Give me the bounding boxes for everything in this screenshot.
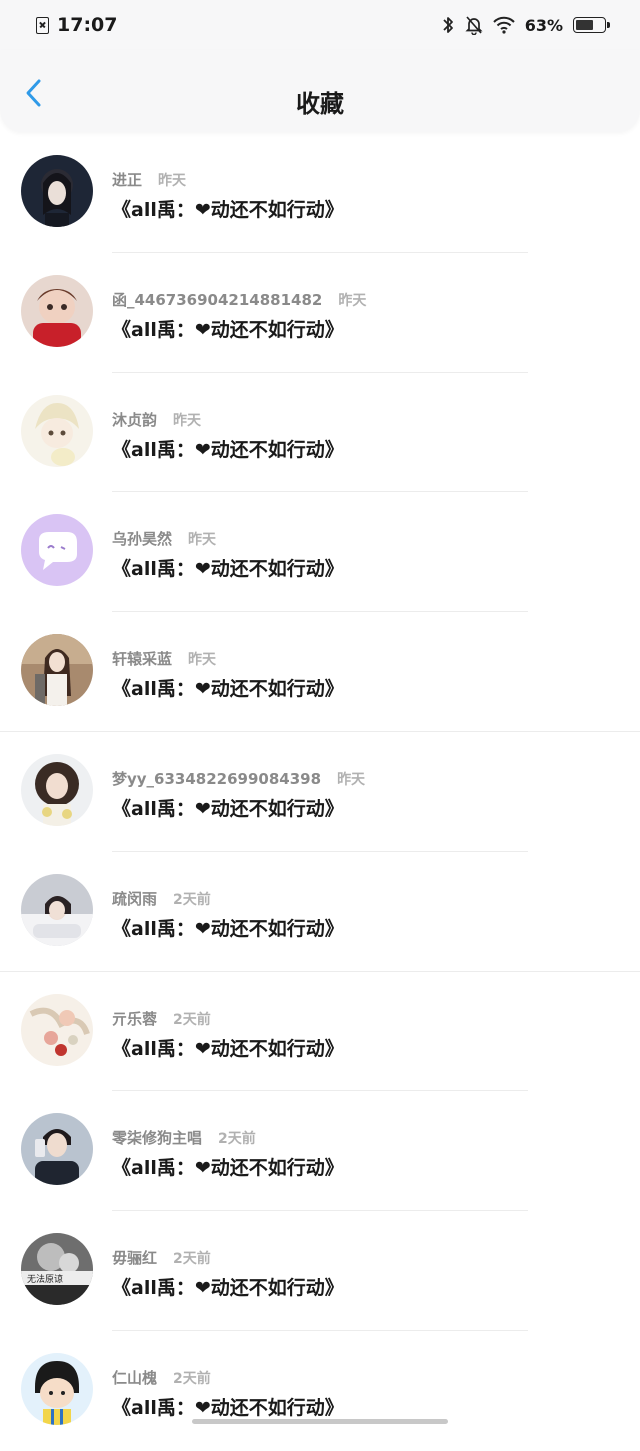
avatar-anime-cat[interactable] bbox=[21, 394, 93, 467]
avatar-flowers[interactable] bbox=[21, 993, 93, 1066]
avatar-girl-curly[interactable] bbox=[21, 753, 93, 826]
message-text[interactable]: 《all禹：❤动还不如行动》 bbox=[112, 435, 344, 462]
name-row: 亓乐蓉 2天前 bbox=[112, 1008, 211, 1029]
user-name[interactable]: 轩辕采蓝 bbox=[112, 648, 172, 669]
battery-fill bbox=[576, 20, 593, 30]
message-text[interactable]: 《all禹：❤动还不如行动》 bbox=[112, 195, 344, 222]
message-text[interactable]: 《all禹：❤动还不如行动》 bbox=[112, 914, 344, 941]
user-name[interactable]: 函_446736904214881482 bbox=[112, 289, 322, 310]
message-text[interactable]: 《all禹：❤动还不如行动》 bbox=[112, 1153, 344, 1180]
favorites-list: 进正 昨天 《all禹：❤动还不如行动》 函_44673690421488148… bbox=[0, 133, 640, 1451]
list-item[interactable]: 亓乐蓉 2天前 《all禹：❤动还不如行动》 bbox=[0, 972, 640, 1092]
mute-icon bbox=[465, 16, 483, 35]
message-text[interactable]: 《all禹：❤动还不如行动》 bbox=[112, 1034, 344, 1061]
status-left: 17:07 bbox=[36, 14, 117, 36]
name-row: 毋骊红 2天前 bbox=[112, 1247, 211, 1268]
bluetooth-icon bbox=[443, 17, 453, 33]
list-item[interactable]: 梦yy_6334822699084398 昨天 《all禹：❤动还不如行动》 bbox=[0, 732, 640, 852]
timestamp: 昨天 bbox=[337, 771, 366, 788]
message-text[interactable]: 《all禹：❤动还不如行动》 bbox=[112, 315, 344, 342]
list-item[interactable]: 零柒修狗主唱 2天前 《all禹：❤动还不如行动》 bbox=[0, 1091, 640, 1212]
header-bar: 收藏 bbox=[0, 50, 640, 132]
name-row: 进正 昨天 bbox=[112, 169, 186, 190]
avatar-caption: 无法原谅 bbox=[27, 1273, 63, 1285]
timestamp: 昨天 bbox=[173, 412, 202, 429]
user-name[interactable]: 仁山槐 bbox=[112, 1367, 157, 1388]
list-item[interactable]: 无法原谅 毋骊红 2天前 《all禹：❤动还不如行动》 bbox=[0, 1211, 640, 1331]
timestamp: 2天前 bbox=[173, 1370, 211, 1387]
name-row: 梦yy_6334822699084398 昨天 bbox=[112, 768, 365, 789]
name-row: 乌孙昊然 昨天 bbox=[112, 528, 216, 549]
avatar-default-purple[interactable] bbox=[21, 514, 93, 587]
status-bar: 17:07 63% bbox=[0, 0, 640, 50]
timestamp: 昨天 bbox=[188, 532, 217, 549]
user-name[interactable]: 梦yy_6334822699084398 bbox=[112, 768, 321, 789]
battery-percent: 63% bbox=[524, 15, 563, 35]
wifi-icon bbox=[492, 16, 515, 34]
name-row: 零柒修狗主唱 2天前 bbox=[112, 1127, 256, 1148]
list-item[interactable]: 疏闵雨 2天前 《all禹：❤动还不如行动》 bbox=[0, 852, 640, 972]
home-indicator[interactable] bbox=[192, 1419, 448, 1424]
avatar-girl-dark[interactable] bbox=[21, 155, 93, 227]
avatar-boy-phone[interactable] bbox=[21, 1113, 93, 1186]
sim-icon bbox=[36, 16, 49, 34]
timestamp: 昨天 bbox=[158, 173, 187, 189]
timestamp: 昨天 bbox=[338, 292, 367, 309]
list-item[interactable]: 轩辕采蓝 昨天 《all禹：❤动还不如行动》 bbox=[0, 612, 640, 732]
avatar-girl-brown[interactable] bbox=[21, 634, 93, 707]
avatar-cartoon-girl[interactable] bbox=[21, 1352, 93, 1425]
name-row: 疏闵雨 2天前 bbox=[112, 888, 211, 909]
page-title: 收藏 bbox=[296, 90, 344, 118]
timestamp: 2天前 bbox=[218, 1131, 256, 1148]
message-text[interactable]: 《all禹：❤动还不如行动》 bbox=[112, 674, 344, 701]
list-item[interactable]: 仁山槐 2天前 《all禹：❤动还不如行动》 bbox=[0, 1331, 640, 1451]
timestamp: 昨天 bbox=[188, 652, 217, 669]
list-item[interactable]: 进正 昨天 《all禹：❤动还不如行动》 bbox=[0, 133, 640, 253]
list-item[interactable]: 函_446736904214881482 昨天 《all禹：❤动还不如行动》 bbox=[0, 253, 640, 373]
name-row: 轩辕采蓝 昨天 bbox=[112, 648, 216, 669]
timestamp: 2天前 bbox=[173, 1011, 211, 1028]
avatar-doll-red[interactable] bbox=[21, 274, 93, 347]
list-item[interactable]: 乌孙昊然 昨天 《all禹：❤动还不如行动》 bbox=[0, 492, 640, 613]
user-name[interactable]: 疏闵雨 bbox=[112, 888, 157, 909]
user-name[interactable]: 零柒修狗主唱 bbox=[112, 1127, 202, 1148]
user-name[interactable]: 沐贞韵 bbox=[112, 409, 157, 430]
user-name[interactable]: 进正 bbox=[112, 169, 142, 190]
user-name[interactable]: 亓乐蓉 bbox=[112, 1008, 157, 1029]
message-text[interactable]: 《all禹：❤动还不如行动》 bbox=[112, 1393, 344, 1420]
avatar-girl-lying[interactable] bbox=[21, 873, 93, 946]
list-item[interactable]: 沐贞韵 昨天 《all禹：❤动还不如行动》 bbox=[0, 373, 640, 493]
user-name[interactable]: 乌孙昊然 bbox=[112, 528, 172, 549]
user-name[interactable]: 毋骊红 bbox=[112, 1247, 157, 1268]
status-right: 63% bbox=[441, 15, 610, 35]
message-text[interactable]: 《all禹：❤动还不如行动》 bbox=[112, 1273, 344, 1300]
name-row: 沐贞韵 昨天 bbox=[112, 409, 201, 430]
message-text[interactable]: 《all禹：❤动还不如行动》 bbox=[112, 794, 344, 821]
timestamp: 2天前 bbox=[173, 891, 211, 908]
status-time: 17:07 bbox=[57, 14, 118, 36]
timestamp: 2天前 bbox=[173, 1251, 211, 1268]
avatar-bw-text[interactable]: 无法原谅 bbox=[21, 1233, 93, 1306]
battery-icon bbox=[573, 17, 610, 33]
message-text[interactable]: 《all禹：❤动还不如行动》 bbox=[112, 554, 344, 581]
name-row: 函_446736904214881482 昨天 bbox=[112, 289, 366, 310]
name-row: 仁山槐 2天前 bbox=[112, 1367, 211, 1388]
